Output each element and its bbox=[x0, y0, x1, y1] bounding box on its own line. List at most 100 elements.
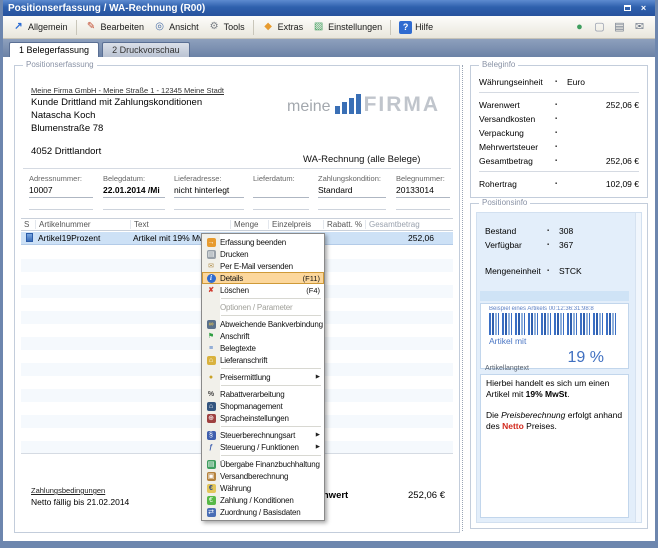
table-header: S Artikelnummer Text Menge Einzelpreis R… bbox=[21, 218, 453, 231]
window-title: Positionserfassung / WA-Rechnung (R00) bbox=[8, 3, 205, 14]
positionsinfo-row: Bestand 308 bbox=[485, 225, 631, 236]
bullet-icon bbox=[555, 79, 567, 85]
tax-icon: § bbox=[207, 431, 216, 440]
menu-item-details[interactable]: i Details (F11) bbox=[202, 272, 324, 284]
tools-icon: ⚙ bbox=[208, 21, 221, 34]
document-type: WA-Rechnung (alle Belege) bbox=[303, 154, 420, 165]
menu-separator bbox=[221, 298, 321, 299]
lieferadresse-input[interactable]: nicht hinterlegt bbox=[174, 185, 244, 198]
adressnummer-input[interactable]: 10007 bbox=[29, 185, 93, 198]
delete-icon: ✘ bbox=[207, 286, 216, 295]
title-bar: Positionserfassung / WA-Rechnung (R00) bbox=[3, 0, 655, 16]
menu-item-lieferanschrift[interactable]: ⌂ Lieferanschrift bbox=[202, 354, 324, 366]
beleginfo-row: Mehrwertsteuer bbox=[479, 141, 639, 152]
menu-extras[interactable]: ◆ Extras bbox=[258, 19, 308, 36]
menu-allgemein[interactable]: ↗ Allgemein bbox=[8, 19, 72, 36]
beleginfo-row: Warenwert 252,06 € bbox=[479, 99, 639, 110]
bank-icon: ∞ bbox=[207, 320, 216, 329]
article-image-caption: Beispiel eines Artikels 00:12:36:31:98:8 bbox=[489, 306, 628, 312]
menu-item-belegtexte[interactable]: ≡ Belegtexte bbox=[202, 342, 324, 354]
position-status-icon bbox=[26, 233, 33, 242]
article-image-percent: 19 % bbox=[568, 349, 604, 367]
menu-item-rabattverarbeitung[interactable]: % Rabattverarbeitung bbox=[202, 388, 324, 400]
divider bbox=[479, 92, 639, 93]
menu-tools[interactable]: ⚙ Tools bbox=[204, 19, 249, 36]
menu-item-spracheinstellungen[interactable]: ⊕ Spracheinstellungen bbox=[202, 412, 324, 424]
menu-item-anschrift[interactable]: ⚑ Anschrift bbox=[202, 330, 324, 342]
menu-item-steuerung-funktionen[interactable]: ƒ Steuerung / Funktionen bbox=[202, 441, 324, 453]
menu-item-uebergabe-finanzbuchhaltung[interactable]: ▤ Übergabe Finanzbuchhaltung bbox=[202, 458, 324, 470]
edit-icon: ✎ bbox=[85, 21, 98, 34]
menu-item-shopmanagement[interactable]: ⌂ Shopmanagement bbox=[202, 400, 324, 412]
artikellangtext-box[interactable]: Hierbei handelt es sich um einen Artikel… bbox=[480, 374, 629, 518]
menu-item-per-email-versenden[interactable]: ✉ Per E-Mail versenden bbox=[202, 260, 324, 272]
barcode-image bbox=[489, 313, 618, 335]
extras-icon: ◆ bbox=[262, 21, 275, 34]
menu-item-abweichende-bankverbindung[interactable]: ∞ Abweichende Bankverbindung bbox=[202, 318, 324, 330]
view-icon: ◎ bbox=[153, 21, 166, 34]
document-icon[interactable]: ▢ bbox=[593, 21, 606, 34]
beleginfo-row: Verpackung bbox=[479, 127, 639, 138]
restore-icon[interactable] bbox=[621, 3, 634, 14]
belegnummer-input[interactable]: 20133014 bbox=[396, 185, 450, 198]
menu-separator bbox=[221, 315, 321, 316]
langtext-paragraph: Die Preisberechnung erfolgt anhand des N… bbox=[486, 410, 623, 432]
menu-item-zahlung-konditionen[interactable]: € Zahlung / Konditionen bbox=[202, 494, 324, 506]
toolbar-separator bbox=[253, 20, 254, 35]
menu-separator bbox=[221, 368, 321, 369]
groupbox-legend: Beleginfo bbox=[479, 60, 518, 69]
panel-splitter[interactable] bbox=[462, 65, 463, 531]
menu-item-preisermittlung[interactable]: ● Preisermittlung bbox=[202, 371, 324, 383]
menu-item-loeschen[interactable]: ✘ Löschen (F4) bbox=[202, 284, 324, 296]
accounting-icon: ▤ bbox=[207, 460, 216, 469]
functions-icon: ƒ bbox=[207, 443, 216, 452]
bullet-icon bbox=[555, 102, 567, 108]
menu-einstellungen[interactable]: ▧ Einstellungen bbox=[308, 19, 386, 36]
menu-hilfe[interactable]: ? Hilfe bbox=[395, 19, 437, 36]
positionsinfo-panel: Bestand 308 Verfügbar 367 Mengeneinheit … bbox=[476, 212, 642, 523]
mail-icon[interactable]: ✉ bbox=[633, 21, 646, 34]
customer-address: Kunde Drittland mit Zahlungskonditionen … bbox=[31, 96, 202, 135]
sender-line: Meine Firma GmbH - Meine Straße 1 - 1234… bbox=[31, 86, 224, 95]
printer-icon[interactable]: ▤ bbox=[613, 21, 626, 34]
currency-icon: € bbox=[207, 484, 216, 493]
warenwert-value: 252,06 € bbox=[408, 490, 445, 501]
belegdatum-input[interactable]: 22.01.2014 /Mi bbox=[103, 185, 165, 198]
help-icon: ? bbox=[399, 21, 412, 34]
payment-icon: € bbox=[207, 496, 216, 505]
settings-icon: ▧ bbox=[312, 21, 325, 34]
tab-belegerfassung[interactable]: 1 Belegerfassung bbox=[9, 42, 99, 57]
menu-ansicht[interactable]: ◎ Ansicht bbox=[149, 19, 203, 36]
shortcut-label: (F11) bbox=[303, 274, 320, 283]
flag-icon: ⚑ bbox=[207, 332, 216, 341]
company-logo: meine FIRMA bbox=[287, 94, 440, 115]
menu-item-drucken[interactable]: ▤ Drucken bbox=[202, 248, 324, 260]
beleginfo-row: Rohertrag 102,09 € bbox=[479, 178, 639, 189]
payment-terms-link[interactable]: Zahlungsbedingungen bbox=[31, 486, 129, 495]
scrollbar[interactable] bbox=[635, 213, 641, 522]
beleginfo-row: Versandkosten bbox=[479, 113, 639, 124]
logo-text-firma: FIRMA bbox=[364, 94, 441, 115]
menu-item-steuerberechnungsart[interactable]: § Steuerberechnungsart bbox=[202, 429, 324, 441]
globe-icon[interactable]: ● bbox=[573, 21, 586, 34]
logo-text-meine: meine bbox=[287, 99, 331, 115]
tab-druckvorschau[interactable]: 2 Druckvorschau bbox=[102, 42, 190, 57]
menu-item-versandberechnung[interactable]: ▣ Versandberechnung bbox=[202, 470, 324, 482]
positionsinfo-row: Verfügbar 367 bbox=[485, 239, 631, 250]
customer-city: 4052 Drittlandort bbox=[31, 146, 101, 157]
menu-item-erfassung-beenden[interactable]: → Erfassung beenden bbox=[202, 236, 324, 248]
field-zahlungskondition: Zahlungskondition: Standard bbox=[318, 174, 386, 210]
article-image-label: Artikel mit bbox=[489, 336, 628, 346]
toolbar-separator bbox=[390, 20, 391, 35]
menu-item-waehrung[interactable]: € Währung bbox=[202, 482, 324, 494]
field-lieferadresse: Lieferadresse: nicht hinterlegt bbox=[174, 174, 244, 210]
lieferdatum-input[interactable] bbox=[253, 185, 309, 198]
close-icon[interactable] bbox=[637, 3, 650, 14]
zahlungskondition-input[interactable]: Standard bbox=[318, 185, 386, 198]
field-belegdatum: Belegdatum: 22.01.2014 /Mi bbox=[103, 174, 165, 210]
menu-bearbeiten[interactable]: ✎ Bearbeiten bbox=[81, 19, 149, 36]
info-icon: i bbox=[207, 274, 216, 283]
arrow-up-right-icon: ↗ bbox=[12, 21, 25, 34]
menu-item-zuordnung-basisdaten[interactable]: ⇄ Zuordnung / Basisdaten bbox=[202, 506, 324, 518]
delivery-icon: ⌂ bbox=[207, 356, 216, 365]
